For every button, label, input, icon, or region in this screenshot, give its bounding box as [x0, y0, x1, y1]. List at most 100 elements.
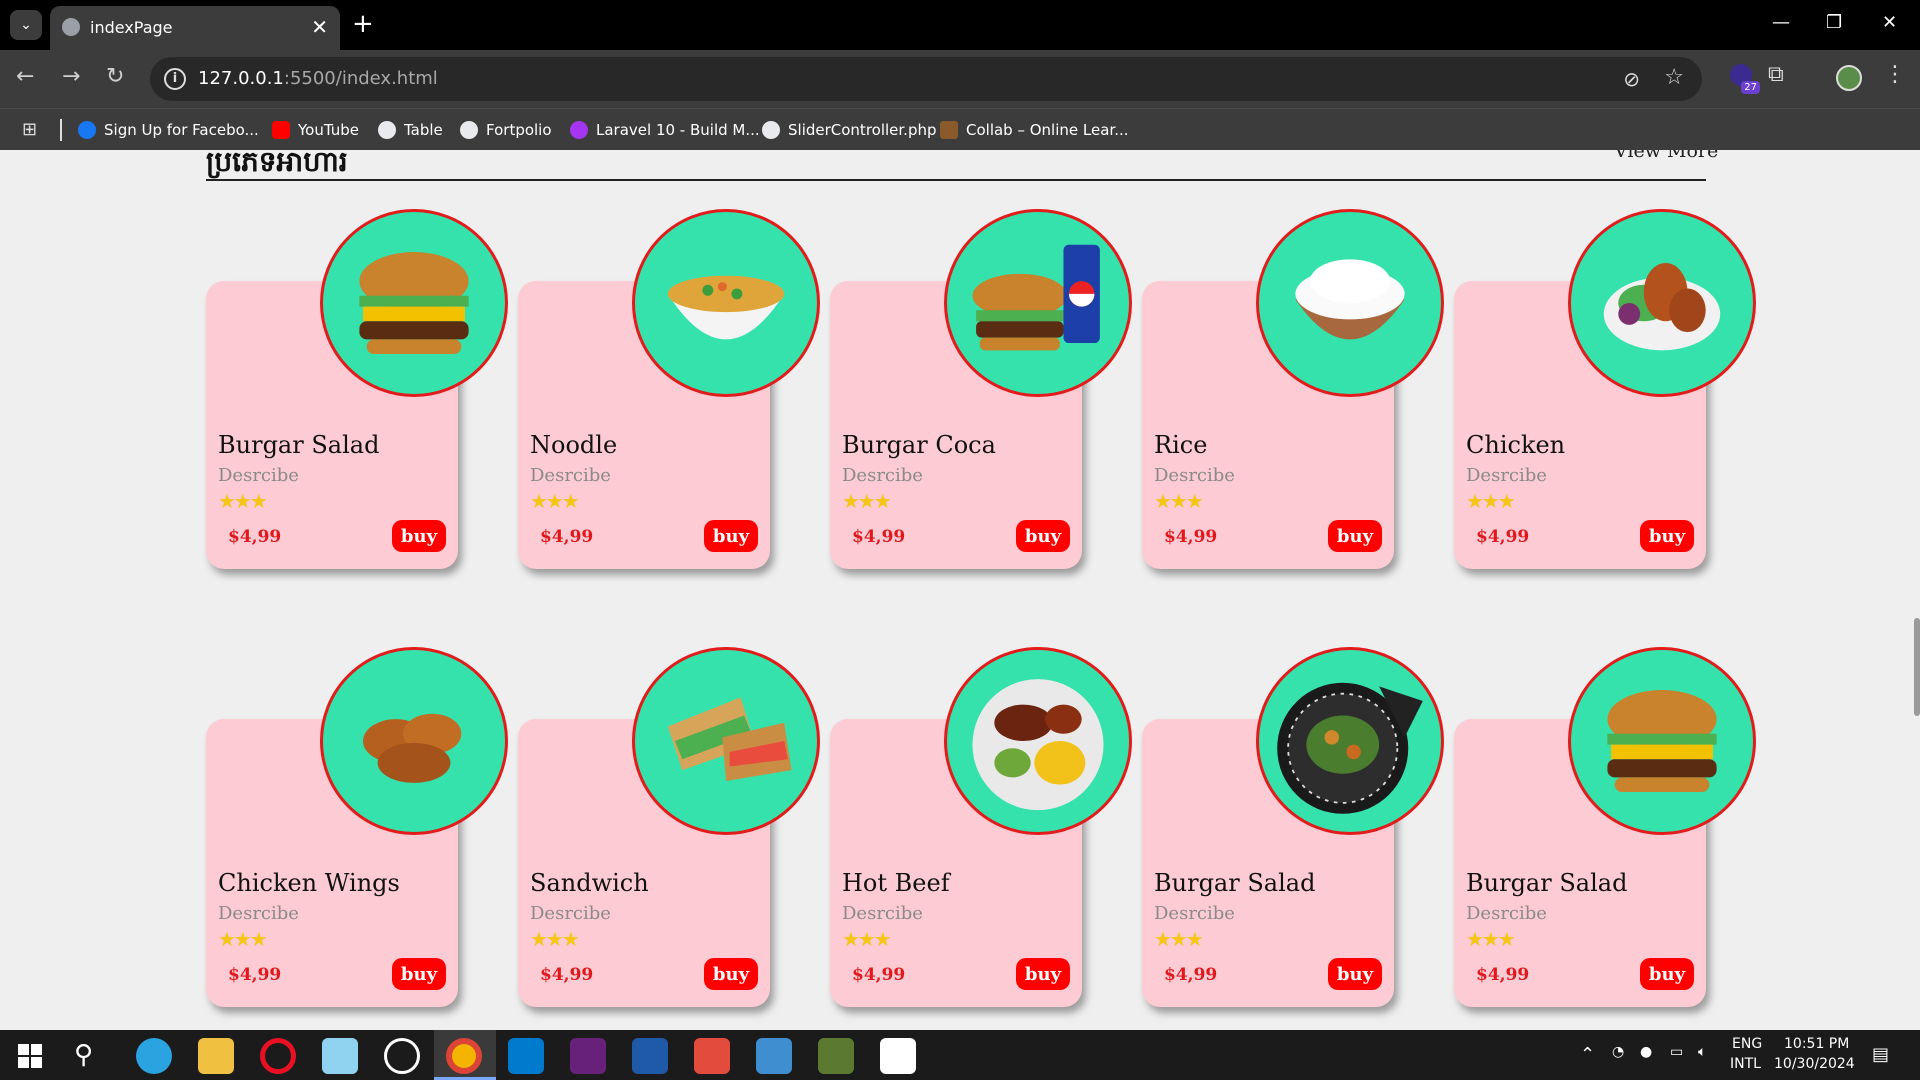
view-more-link[interactable]: View More: [1614, 150, 1718, 162]
tab-search-button[interactable]: ⌄: [10, 10, 42, 40]
cube-app-icon[interactable]: [756, 1038, 792, 1074]
chrome-icon[interactable]: [446, 1038, 482, 1074]
product-price: $4,99: [228, 965, 282, 985]
visual-studio-icon[interactable]: [570, 1038, 606, 1074]
url-text[interactable]: 127.0.0.1:5500/index.html: [198, 68, 438, 89]
buy-button[interactable]: buy: [392, 520, 446, 552]
language-indicator[interactable]: ENG: [1732, 1036, 1762, 1052]
back-icon[interactable]: ←: [16, 64, 34, 89]
network-icon[interactable]: ◔: [1612, 1044, 1624, 1060]
product-name: Chicken: [1466, 431, 1566, 459]
window-close-icon[interactable]: ✕: [1882, 12, 1897, 33]
star-rating-icon: ★★★: [842, 489, 892, 513]
product-image: [1256, 647, 1444, 835]
notes-app-icon[interactable]: [322, 1038, 358, 1074]
bookmark-item[interactable]: YouTube: [272, 118, 359, 142]
product-price: $4,99: [540, 527, 594, 547]
opera-icon[interactable]: [260, 1038, 296, 1074]
buy-button[interactable]: buy: [1016, 520, 1070, 552]
buy-button[interactable]: buy: [704, 958, 758, 990]
restore-icon[interactable]: ❐: [1826, 12, 1842, 33]
windows-taskbar: ⚲ ⌃ ◔ ● ▭ 🔈︎ ENG INTL 10:51 PM 10/30/202…: [0, 1030, 1920, 1080]
bookmark-item[interactable]: Fortpolio: [460, 118, 552, 142]
product-price: $4,99: [1164, 527, 1218, 547]
product-image: [320, 209, 508, 397]
bookmark-item[interactable]: Collab – Online Lear...: [940, 118, 1129, 142]
volume-icon[interactable]: 🔈︎: [1698, 1044, 1706, 1060]
product-card: Noodle Desrcibe ★★★ $4,99 buy: [518, 209, 820, 569]
extension-icon[interactable]: 27: [1728, 62, 1760, 94]
product-description: Desrcibe: [218, 465, 299, 486]
search-icon[interactable]: ⚲: [74, 1040, 93, 1070]
address-bar[interactable]: i 127.0.0.1:5500/index.html ⊘ ☆: [150, 57, 1702, 101]
buy-button[interactable]: buy: [1640, 520, 1694, 552]
product-card: Hot Beef Desrcibe ★★★ $4,99 buy: [830, 647, 1132, 1007]
buy-button[interactable]: buy: [392, 958, 446, 990]
product-price: $4,99: [228, 527, 282, 547]
shield-icon[interactable]: ●: [1640, 1044, 1652, 1060]
eye-off-icon[interactable]: ⊘: [1623, 67, 1640, 91]
devc-icon[interactable]: [632, 1038, 668, 1074]
chevron-up-icon[interactable]: ⌃: [1580, 1044, 1595, 1065]
windows-start-icon[interactable]: [18, 1044, 42, 1068]
star-rating-icon: ★★★: [530, 927, 580, 951]
clock-date[interactable]: 10/30/2024: [1774, 1056, 1855, 1072]
vscode-icon[interactable]: [508, 1038, 544, 1074]
browser-tab[interactable]: indexPage ✕: [50, 6, 340, 50]
product-price: $4,99: [852, 527, 906, 547]
apps-grid-icon[interactable]: ⊞: [22, 119, 37, 140]
ide-app-icon[interactable]: [818, 1038, 854, 1074]
product-name: Rice: [1154, 431, 1208, 459]
bookmarks-bar: ⊞ Sign Up for Facebo... YouTube Table Fo…: [0, 108, 1920, 150]
battery-icon[interactable]: ▭: [1670, 1044, 1683, 1060]
profile-avatar[interactable]: [1836, 65, 1862, 91]
new-tab-button[interactable]: +: [352, 10, 374, 38]
telegram-icon[interactable]: [136, 1038, 172, 1074]
product-description: Desrcibe: [1466, 903, 1547, 924]
bookmark-item[interactable]: Sign Up for Facebo...: [78, 118, 259, 142]
facebook-icon: [78, 121, 96, 139]
git-tool-icon[interactable]: [694, 1038, 730, 1074]
product-image: [632, 209, 820, 397]
youtube-icon: [272, 121, 290, 139]
globe-icon: [378, 121, 396, 139]
buy-button[interactable]: buy: [1016, 958, 1070, 990]
product-price: $4,99: [540, 965, 594, 985]
bookmark-item[interactable]: SliderController.php: [762, 118, 937, 142]
buy-button[interactable]: buy: [1328, 958, 1382, 990]
bookmark-item[interactable]: Table: [378, 118, 443, 142]
site-info-icon[interactable]: i: [164, 68, 186, 90]
section-divider: [206, 179, 1706, 181]
capcut-icon[interactable]: [880, 1038, 916, 1074]
bookmark-item[interactable]: Laravel 10 - Build M...: [570, 118, 760, 142]
browser-tab-strip: ⌄ indexPage ✕ + — ❐ ✕: [0, 0, 1920, 50]
product-name: Burgar Coca: [842, 431, 996, 459]
product-description: Desrcibe: [842, 465, 923, 486]
scrollbar-thumb[interactable]: [1914, 618, 1920, 716]
product-card: Burgar Coca Desrcibe ★★★ $4,99 buy: [830, 209, 1132, 569]
extensions-puzzle-icon[interactable]: ⧉: [1768, 62, 1784, 87]
minimize-icon[interactable]: —: [1772, 12, 1790, 33]
bookmark-star-icon[interactable]: ☆: [1664, 65, 1684, 90]
reload-icon[interactable]: ↻: [106, 64, 124, 89]
clock-time[interactable]: 10:51 PM: [1784, 1036, 1849, 1052]
product-description: Desrcibe: [1154, 465, 1235, 486]
star-rating-icon: ★★★: [1154, 927, 1204, 951]
more-menu-icon[interactable]: ⋮: [1884, 62, 1906, 87]
record-icon[interactable]: [384, 1038, 420, 1074]
udemy-icon: [570, 121, 588, 139]
close-icon[interactable]: ✕: [311, 15, 328, 39]
forward-icon[interactable]: →: [62, 64, 80, 89]
product-price: $4,99: [1476, 527, 1530, 547]
buy-button[interactable]: buy: [1328, 520, 1382, 552]
bookmarks-separator: [60, 119, 62, 141]
buy-button[interactable]: buy: [704, 520, 758, 552]
star-rating-icon: ★★★: [842, 927, 892, 951]
file-explorer-icon[interactable]: [198, 1038, 234, 1074]
product-name: Sandwich: [530, 869, 649, 897]
language-layout[interactable]: INTL: [1730, 1056, 1761, 1072]
buy-button[interactable]: buy: [1640, 958, 1694, 990]
notification-icon[interactable]: ▤: [1872, 1044, 1889, 1065]
product-card: Chicken Wings Desrcibe ★★★ $4,99 buy: [206, 647, 508, 1007]
product-description: Desrcibe: [530, 465, 611, 486]
